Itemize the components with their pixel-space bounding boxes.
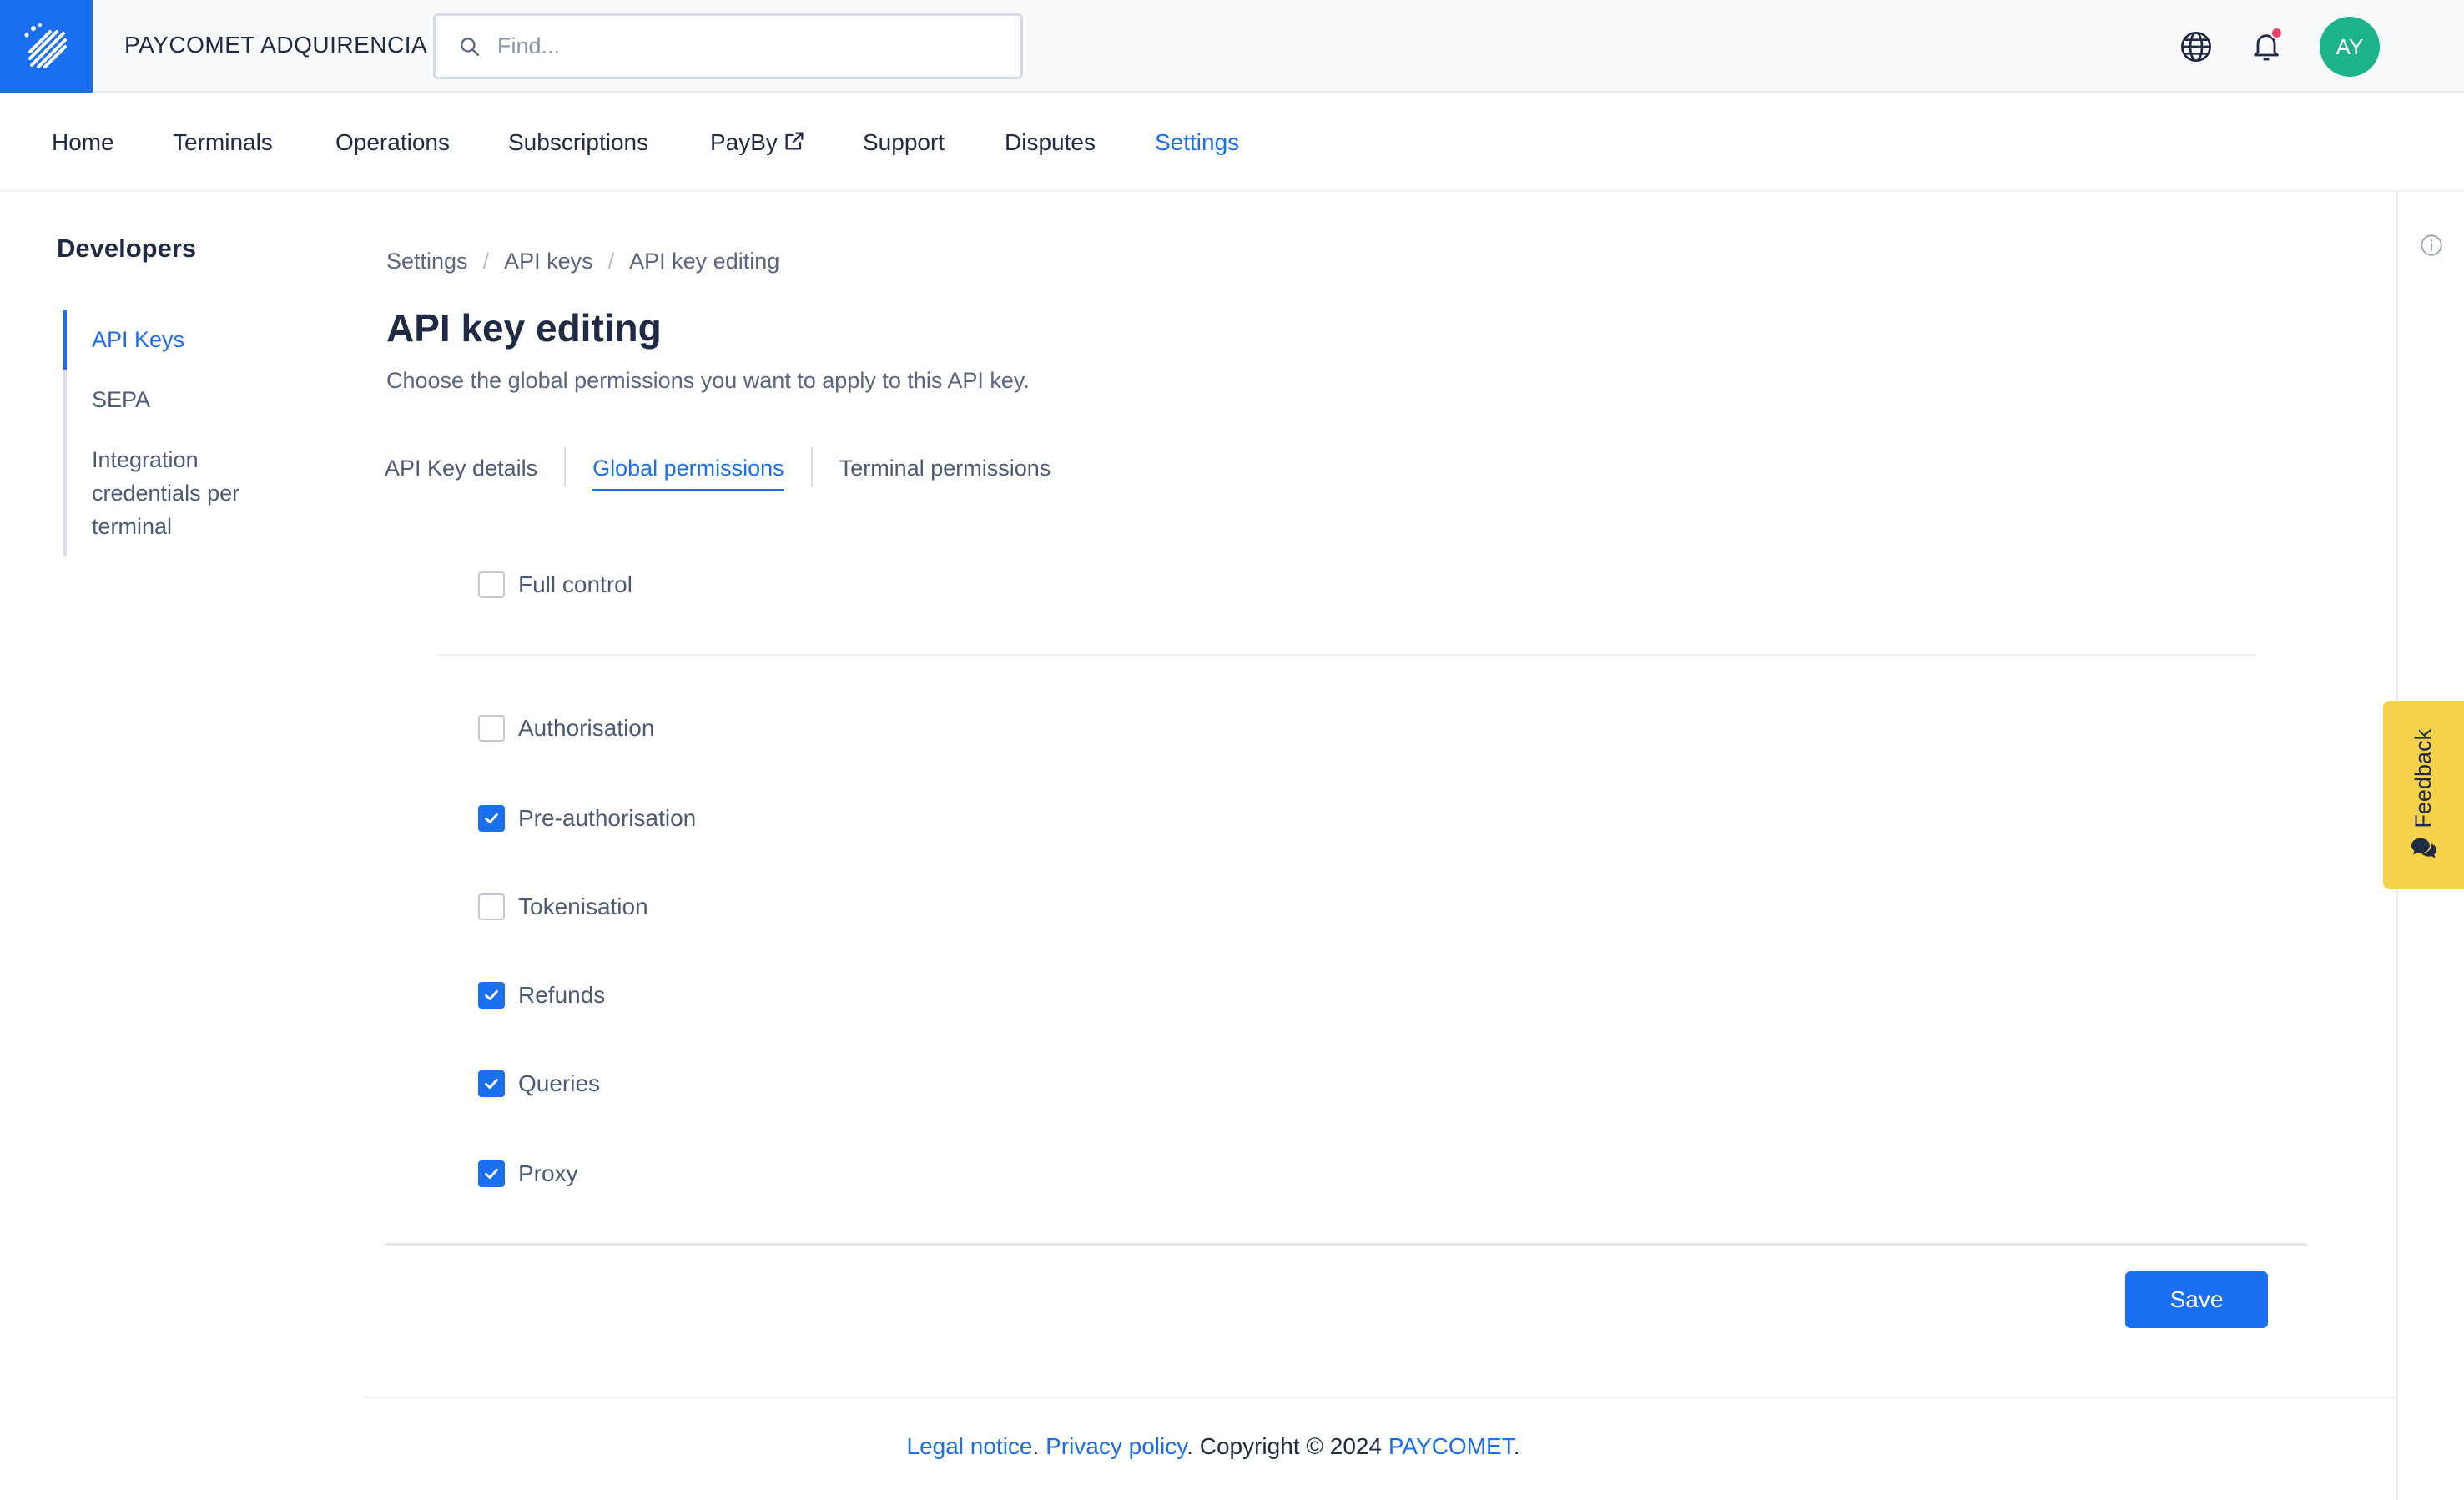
permission-label: Pre-authorisation [518,805,697,831]
sidebar-item-integration-credentials[interactable]: Integration credentials per terminal [92,443,284,543]
checkbox-authorisation[interactable] [478,715,505,742]
checkbox-queries[interactable] [478,1070,505,1097]
notification-dot [2270,27,2283,39]
feedback-label: Feedback [2411,728,2436,828]
tab-divider [810,447,813,487]
footer-text: . [1513,1433,1520,1459]
nav-payby-label: PayBy [710,129,778,155]
footer-text: . [1032,1433,1046,1459]
globe-icon [2181,32,2211,62]
legal-notice-link[interactable]: Legal notice [907,1433,1033,1459]
nav-subscriptions[interactable]: Subscriptions [508,129,648,156]
form-divider [385,1243,2307,1246]
permission-label: Queries [518,1070,601,1096]
nav-operations[interactable]: Operations [335,129,450,156]
section-divider [437,654,2256,656]
sidebar-title: Developers [57,234,197,263]
permission-proxy[interactable]: Proxy [478,1160,578,1187]
breadcrumb-settings[interactable]: Settings [386,249,468,274]
permission-refunds[interactable]: Refunds [478,982,605,1009]
permission-full-control[interactable]: Full control [478,571,632,598]
footer-divider [364,1397,2396,1398]
chat-icon [2411,838,2436,858]
nav-payby[interactable]: PayBy [710,129,806,156]
check-icon [485,813,498,824]
permission-label: Tokenisation [518,893,648,919]
external-link-icon [785,132,804,150]
sidebar-item-api-keys[interactable]: API Keys [92,323,284,356]
footer: Legal notice. Privacy policy. Copyright … [0,1433,2426,1460]
info-icon [2421,234,2442,256]
search-box[interactable] [433,13,1023,79]
tabs: API Key details Global permissions Termi… [385,447,1051,492]
logo[interactable] [0,0,93,93]
permission-label: Refunds [518,982,606,1008]
tab-api-key-details[interactable]: API Key details [385,447,537,491]
breadcrumb-api-keys[interactable]: API keys [504,249,593,274]
check-icon [485,989,498,1001]
main-nav: Home Terminals Operations Subscriptions … [0,93,2464,192]
checkbox-full-control[interactable] [478,571,505,598]
page-title: API key editing [386,306,662,350]
brand-name: PAYCOMET ADQUIRENCIA [124,32,428,58]
save-button[interactable]: Save [2125,1271,2268,1328]
check-icon [485,1168,498,1180]
search-icon [461,37,479,56]
info-button[interactable] [2420,234,2443,261]
breadcrumb-separator: / [482,249,490,274]
page-subtitle: Choose the global permissions you want t… [386,368,1030,393]
breadcrumb-separator: / [607,249,615,274]
breadcrumb-current: API key editing [629,249,780,274]
checkbox-refunds[interactable] [478,982,505,1009]
tab-divider [564,447,567,487]
nav-terminals[interactable]: Terminals [173,129,273,156]
permission-queries[interactable]: Queries [478,1070,600,1097]
permission-tokenisation[interactable]: Tokenisation [478,893,648,920]
footer-copyright: . Copyright © 2024 [1187,1433,1388,1459]
privacy-policy-link[interactable]: Privacy policy [1046,1433,1187,1459]
language-button[interactable] [2176,27,2216,67]
sidebar-item-sepa[interactable]: SEPA [92,383,284,416]
permission-label: Full control [518,571,632,597]
tab-terminal-permissions[interactable]: Terminal permissions [839,447,1051,491]
sidebar-nav: API Keys SEPA Integration credentials pe… [63,310,280,556]
paycomet-logo-icon [24,23,67,68]
permission-label: Authorisation [518,715,655,741]
tab-global-permissions[interactable]: Global permissions [592,447,784,491]
nav-support[interactable]: Support [863,129,945,156]
checkbox-pre-authorisation[interactable] [478,805,505,832]
avatar[interactable]: AY [2320,17,2380,77]
top-header: PAYCOMET ADQUIRENCIA AY [0,0,2464,93]
sidebar-active-indicator [63,310,67,370]
permission-pre-authorisation[interactable]: Pre-authorisation [478,805,696,832]
checkbox-tokenisation[interactable] [478,893,505,920]
nav-settings[interactable]: Settings [1155,129,1239,156]
check-icon [485,1078,498,1090]
permission-authorisation[interactable]: Authorisation [478,715,654,742]
nav-home[interactable]: Home [52,129,114,156]
checkbox-proxy[interactable] [478,1160,505,1187]
notifications-button[interactable] [2246,27,2286,67]
search-input[interactable] [497,33,998,59]
feedback-button[interactable]: Feedback [2383,701,2464,889]
breadcrumb: Settings / API keys / API key editing [386,249,779,274]
permission-label: Proxy [518,1160,578,1186]
paycomet-link[interactable]: PAYCOMET [1388,1433,1514,1459]
nav-disputes[interactable]: Disputes [1005,129,1096,156]
